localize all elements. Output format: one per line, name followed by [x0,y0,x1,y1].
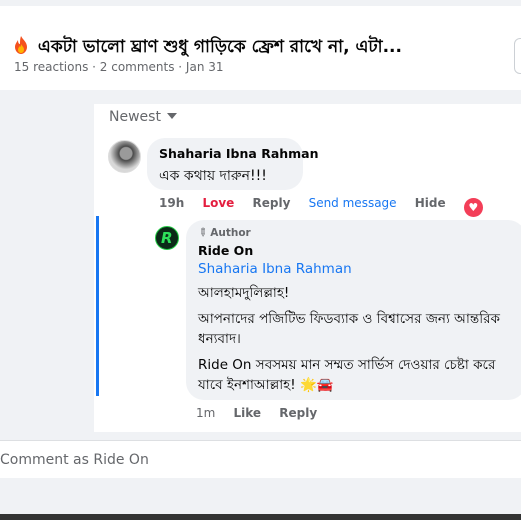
post-meta[interactable]: 15 reactions · 2 comments · Jan 31 [14,60,224,74]
avatar[interactable] [108,140,141,173]
chevron-down-icon [166,113,177,119]
comment-text: এক কথায় দারুন!!! [159,168,267,184]
post-title-text: একটা ভালো ঘ্রাণ শুধু গাড়িকে ফ্রেশ রাখে … [37,37,402,57]
more-options-button[interactable] [514,38,521,74]
fire-icon [15,36,27,54]
love-button[interactable]: Love [202,196,234,210]
taskbar-strip [0,514,521,520]
send-message-button[interactable]: Send message [309,196,397,210]
sort-dropdown[interactable]: Newest [109,109,177,125]
reply-bubble: ✎Author Ride On Shaharia Ibna Rahman আলহ… [186,220,521,400]
comment-actions: 19h Love Reply Send message Hide ♥ [159,196,497,217]
reply-button[interactable]: Reply [279,406,317,420]
ride-on-logo-icon: R [161,229,173,247]
post-title[interactable]: একটা ভালো ঘ্রাণ শুধু গাড়িকে ফ্রেশ রাখে … [14,34,402,62]
comment-bubble: Shaharia Ibna Rahman এক কথায় দারুন!!! [147,138,319,190]
reply-button[interactable]: Reply [252,196,290,210]
author-badge-label: Author [210,227,251,239]
comment-author[interactable]: Shaharia Ibna Rahman [159,146,319,161]
reply-actions: 1m Like Reply [196,406,331,420]
comment-input[interactable] [0,441,521,479]
comments-panel: Newest Shaharia Ibna Rahman এক কথায় দার… [94,104,521,432]
heart-icon[interactable]: ♥ [463,198,483,217]
thread-line [96,216,99,396]
post-header: একটা ভালো ঘ্রাণ শুধু গাড়িকে ফ্রেশ রাখে … [0,6,521,90]
reply-line-2: আপনাদের পজিটিভ ফিডব্যাক ও বিশ্বাসের জন্য… [198,311,500,347]
reply-line-1: আলহামদুলিল্লাহ! [198,285,290,301]
comment-time[interactable]: 19h [159,196,184,210]
sort-label: Newest [109,109,161,125]
mention-link[interactable]: Shaharia Ibna Rahman [198,261,514,277]
reply-line-3: Ride On সবসময় মান সম্মত সার্ভিস দেওয়ার… [198,357,496,393]
author-badge: ✎Author [194,224,514,241]
like-button[interactable]: Like [234,406,262,420]
pen-icon: ✎ [194,224,211,241]
reply-author[interactable]: Ride On [198,243,514,258]
hide-button[interactable]: Hide [415,196,446,210]
comment-composer [0,440,521,479]
reply-time[interactable]: 1m [196,406,215,420]
avatar[interactable]: R [155,226,179,250]
